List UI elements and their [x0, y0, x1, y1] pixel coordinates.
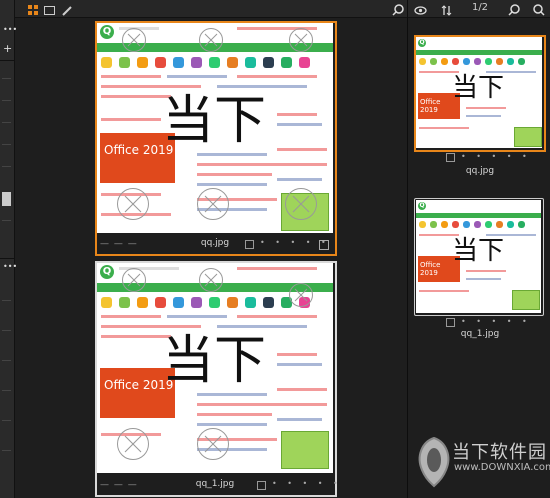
select-checkbox[interactable]	[446, 153, 455, 162]
main-toolbar	[15, 0, 407, 18]
watermark-text: 当下	[162, 331, 267, 391]
page-counter: 1/2	[471, 2, 489, 13]
watermark-circle	[289, 283, 313, 307]
rating-dashes: — — —	[100, 239, 138, 249]
zoom-icon[interactable]	[508, 2, 521, 16]
filename-label: qq.jpg	[200, 238, 230, 248]
watermark-circle	[122, 28, 146, 52]
filename-label: qq_1.jpg	[460, 329, 500, 339]
watermark-circle	[117, 428, 149, 460]
watermark-text: 当下	[162, 91, 267, 151]
watermark-circle	[122, 268, 146, 292]
search-icon[interactable]	[532, 2, 545, 16]
watermark-text: 当下	[452, 236, 505, 266]
watermark-circle	[199, 28, 223, 52]
filename-label: qq_1.jpg	[195, 479, 235, 489]
eye-icon[interactable]	[414, 2, 427, 15]
watermark-circle	[285, 188, 317, 220]
rating-dots[interactable]: • • • • •	[461, 317, 531, 326]
side-thumbnail-image: Q Office 2019 当下	[416, 200, 541, 313]
side-thumbnail-image: Q Office 2019 当下	[416, 37, 542, 148]
brand-url: www.DOWNXIA.com	[454, 462, 550, 473]
watermark-circle	[289, 28, 313, 52]
brand-watermark: 当下软件园 www.DOWNXIA.com	[408, 432, 550, 498]
scroll-handle[interactable]	[2, 192, 11, 206]
watermark-circle	[117, 188, 149, 220]
sort-icon[interactable]	[440, 2, 453, 16]
add-icon[interactable]: +	[3, 42, 12, 55]
brand-logo-icon	[418, 436, 450, 488]
left-tool-strip: ••• + •••	[0, 0, 17, 498]
info-icon[interactable]	[319, 240, 329, 250]
watermark-circle	[197, 428, 229, 460]
rating-dashes: — — —	[100, 480, 138, 490]
watermark-circle	[197, 188, 229, 220]
site-logo: Q	[418, 202, 426, 210]
menu-dots-icon[interactable]: •••	[3, 25, 17, 34]
thumbnail-image: Q Office 2019 当下	[97, 263, 333, 473]
pen-icon[interactable]	[61, 2, 74, 16]
rating-dots[interactable]: • • • • •	[272, 479, 342, 488]
site-logo: Q	[100, 265, 114, 279]
panel-divider[interactable]	[407, 0, 408, 498]
select-checkbox[interactable]	[245, 240, 254, 249]
menu-dots-icon[interactable]: •••	[3, 262, 17, 271]
thumbnail-image: Q Office 2019 当下	[97, 23, 333, 233]
brand-name-cn: 当下软件园	[452, 442, 547, 463]
grid-view-icon[interactable]	[27, 2, 40, 15]
rating-dots[interactable]: • • • • •	[461, 152, 531, 161]
watermark-text: 当下	[452, 73, 505, 103]
side-toolbar: 1/2	[408, 0, 550, 18]
single-view-icon[interactable]	[43, 2, 56, 15]
zoom-icon[interactable]	[392, 2, 405, 16]
watermark-circle	[199, 268, 223, 292]
filename-label: qq.jpg	[465, 166, 495, 176]
site-logo: Q	[418, 39, 426, 47]
site-logo: Q	[100, 25, 114, 39]
select-checkbox[interactable]	[257, 481, 266, 490]
select-checkbox[interactable]	[446, 318, 455, 327]
